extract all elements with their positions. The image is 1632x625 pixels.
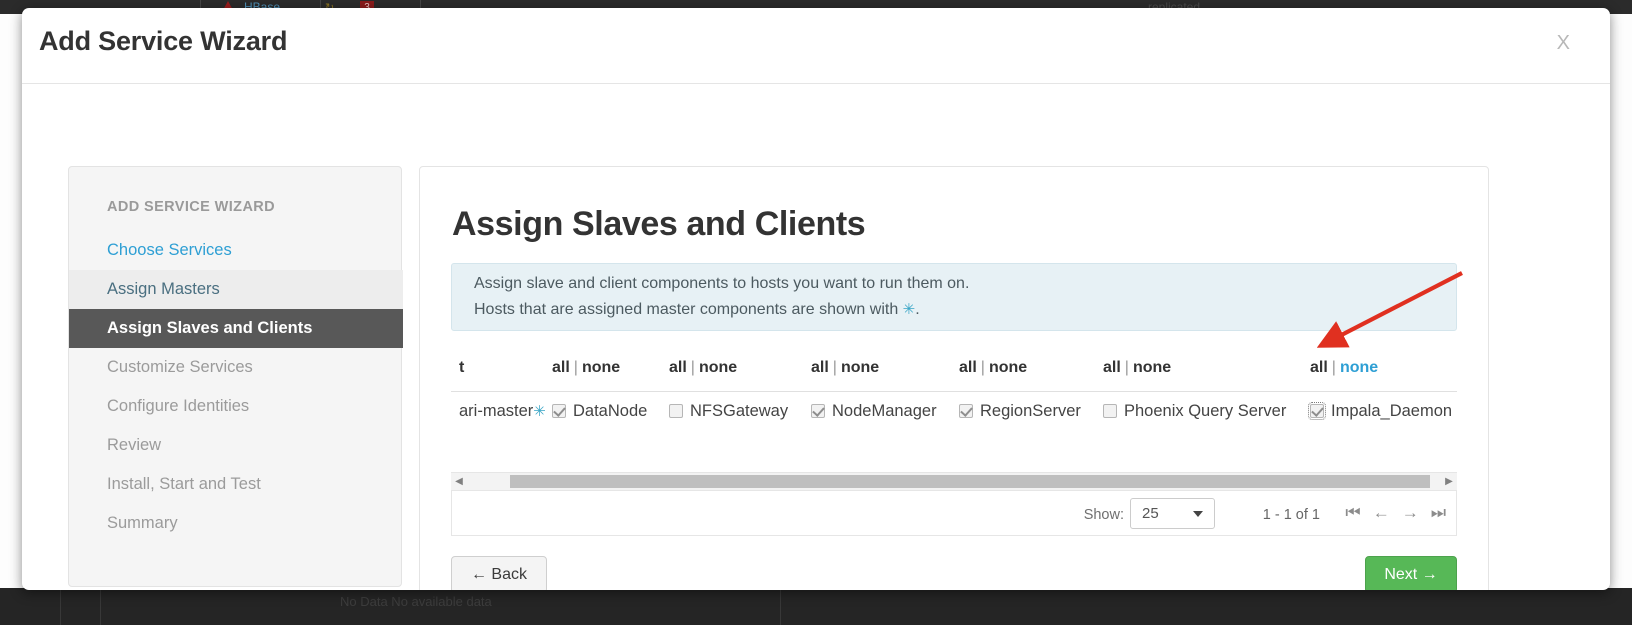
- column-separator: |: [980, 359, 985, 376]
- background-bottom-row: No Data No available data: [0, 588, 1632, 625]
- checkbox-datanode[interactable]: [552, 404, 566, 418]
- sidebar-item-install-start-and-test[interactable]: Install, Start and Test: [69, 465, 403, 504]
- background-divider: [60, 588, 61, 625]
- column-header-nfsgateway: all | none: [669, 359, 737, 377]
- close-icon[interactable]: X: [1553, 28, 1574, 59]
- select-none-regionserver-link[interactable]: none: [989, 359, 1027, 376]
- label-datanode: DataNode: [573, 402, 648, 420]
- column-header-datanode: all | none: [552, 359, 620, 377]
- scrollbar-thumb[interactable]: [510, 475, 1430, 488]
- select-none-phoenix-query-server-link[interactable]: none: [1133, 359, 1171, 376]
- horizontal-scrollbar[interactable]: ◀ ▶: [451, 472, 1457, 491]
- info-line-1: Assign slave and client components to ho…: [474, 275, 970, 292]
- host-name: ari-master: [459, 402, 534, 420]
- info-line-2-suffix: .: [915, 301, 920, 318]
- last-page-icon[interactable]: ⏭: [1431, 503, 1446, 523]
- sidebar-item-review[interactable]: Review: [69, 426, 403, 465]
- checkbox-impala-daemon[interactable]: [1308, 402, 1326, 420]
- sidebar-item-choose-services[interactable]: Choose Services: [69, 231, 403, 270]
- checkbox-nfsgateway[interactable]: [669, 404, 683, 418]
- back-button[interactable]: ← Back: [451, 556, 547, 590]
- column-header-nodemanager: all | none: [811, 359, 879, 377]
- sidebar-item-summary[interactable]: Summary: [69, 504, 403, 543]
- label-nfsgateway: NFSGateway: [690, 402, 789, 420]
- chevron-down-icon: [1193, 511, 1203, 517]
- cell-nfsgateway[interactable]: NFSGateway: [669, 402, 788, 421]
- select-all-nodemanager-link[interactable]: all: [811, 359, 829, 376]
- wizard-step-list: Choose Services Assign Masters Assign Sl…: [69, 231, 403, 543]
- label-impala-daemon: Impala_Daemon: [1331, 402, 1453, 420]
- background-divider: [780, 588, 781, 625]
- cell-nodemanager[interactable]: NodeManager: [811, 402, 937, 421]
- column-header-impala-daemon: all | none: [1310, 359, 1378, 377]
- sidebar-item-customize-services[interactable]: Customize Services: [69, 348, 403, 387]
- wizard-sidebar-title: ADD SERVICE WIZARD: [107, 199, 276, 215]
- show-label: Show:: [1083, 507, 1124, 523]
- cell-impala-daemon[interactable]: Impala_Daemon: [1308, 402, 1453, 421]
- column-separator: |: [1331, 359, 1336, 376]
- label-nodemanager: NodeManager: [832, 402, 937, 420]
- page-title: Assign Slaves and Clients: [452, 205, 866, 243]
- master-star-icon: ✳: [902, 301, 916, 318]
- sidebar-item-configure-identities[interactable]: Configure Identities: [69, 387, 403, 426]
- first-page-icon[interactable]: ⏮: [1345, 503, 1360, 523]
- info-line-2: Hosts that are assigned master component…: [474, 300, 920, 319]
- scroll-right-arrow-icon[interactable]: ▶: [1441, 473, 1457, 490]
- info-box: Assign slave and client components to ho…: [451, 263, 1457, 331]
- column-header-phoenix-query-server: all | none: [1103, 359, 1171, 377]
- modal-title: Add Service Wizard: [39, 26, 288, 56]
- page-size-select[interactable]: 25: [1130, 498, 1215, 529]
- background-divider: [100, 588, 101, 625]
- label-regionserver: RegionServer: [980, 402, 1081, 420]
- modal-body: ADD SERVICE WIZARD Choose Services Assig…: [22, 84, 1610, 590]
- info-line-2-text: Hosts that are assigned master component…: [474, 301, 903, 318]
- next-button[interactable]: Next →: [1365, 556, 1457, 590]
- select-all-impala-daemon-link[interactable]: all: [1310, 359, 1328, 376]
- main-panel: Assign Slaves and Clients Assign slave a…: [419, 166, 1489, 590]
- pagination-controls: ⏮ ← → ⏭: [1345, 503, 1446, 523]
- table-row: ari-master✳ DataNode NFSGateway NodeMana…: [451, 391, 1457, 434]
- next-page-icon[interactable]: →: [1402, 503, 1419, 523]
- column-separator: |: [690, 359, 695, 376]
- column-separator: |: [573, 359, 578, 376]
- add-service-wizard-modal: Add Service Wizard X ADD SERVICE WIZARD …: [22, 8, 1610, 590]
- select-all-nfsgateway-link[interactable]: all: [669, 359, 687, 376]
- previous-page-icon[interactable]: ←: [1373, 503, 1390, 523]
- column-header-host: t: [459, 359, 465, 376]
- cell-datanode[interactable]: DataNode: [552, 402, 647, 421]
- label-phoenix-query-server: Phoenix Query Server: [1124, 402, 1287, 420]
- select-all-regionserver-link[interactable]: all: [959, 359, 977, 376]
- select-all-phoenix-query-server-link[interactable]: all: [1103, 359, 1121, 376]
- page-size-value: 25: [1142, 505, 1159, 522]
- column-separator: |: [1124, 359, 1129, 376]
- sidebar-item-assign-masters[interactable]: Assign Masters: [69, 270, 403, 309]
- select-none-impala-daemon-link[interactable]: none: [1340, 359, 1378, 376]
- modal-header: Add Service Wizard X: [22, 8, 1610, 84]
- checkbox-nodemanager[interactable]: [811, 404, 825, 418]
- cell-regionserver[interactable]: RegionServer: [959, 402, 1081, 421]
- sidebar-item-assign-slaves-and-clients[interactable]: Assign Slaves and Clients: [69, 309, 403, 348]
- scroll-left-arrow-icon[interactable]: ◀: [451, 473, 467, 490]
- background-no-data-text: No Data No available data: [340, 594, 492, 609]
- master-star-icon: ✳: [533, 403, 546, 420]
- select-all-datanode-link[interactable]: all: [552, 359, 570, 376]
- select-none-nodemanager-link[interactable]: none: [841, 359, 879, 376]
- table-footer: Show: 25 1 - 1 of 1 ⏮ ← → ⏭: [451, 491, 1457, 536]
- column-header-regionserver: all | none: [959, 359, 1027, 377]
- select-none-nfsgateway-link[interactable]: none: [699, 359, 737, 376]
- select-none-datanode-link[interactable]: none: [582, 359, 620, 376]
- wizard-sidebar: ADD SERVICE WIZARD Choose Services Assig…: [68, 166, 403, 587]
- assignment-table: t all | none all | none all | none all | none: [451, 351, 1457, 434]
- cell-phoenix-query-server[interactable]: Phoenix Query Server: [1103, 402, 1286, 421]
- cell-host: ari-master✳: [459, 402, 546, 421]
- pagination-range: 1 - 1 of 1: [1262, 507, 1320, 523]
- column-separator: |: [832, 359, 837, 376]
- table-header-row: t all | none all | none all | none all | none: [451, 351, 1457, 392]
- checkbox-regionserver[interactable]: [959, 404, 973, 418]
- checkbox-phoenix-query-server[interactable]: [1103, 404, 1117, 418]
